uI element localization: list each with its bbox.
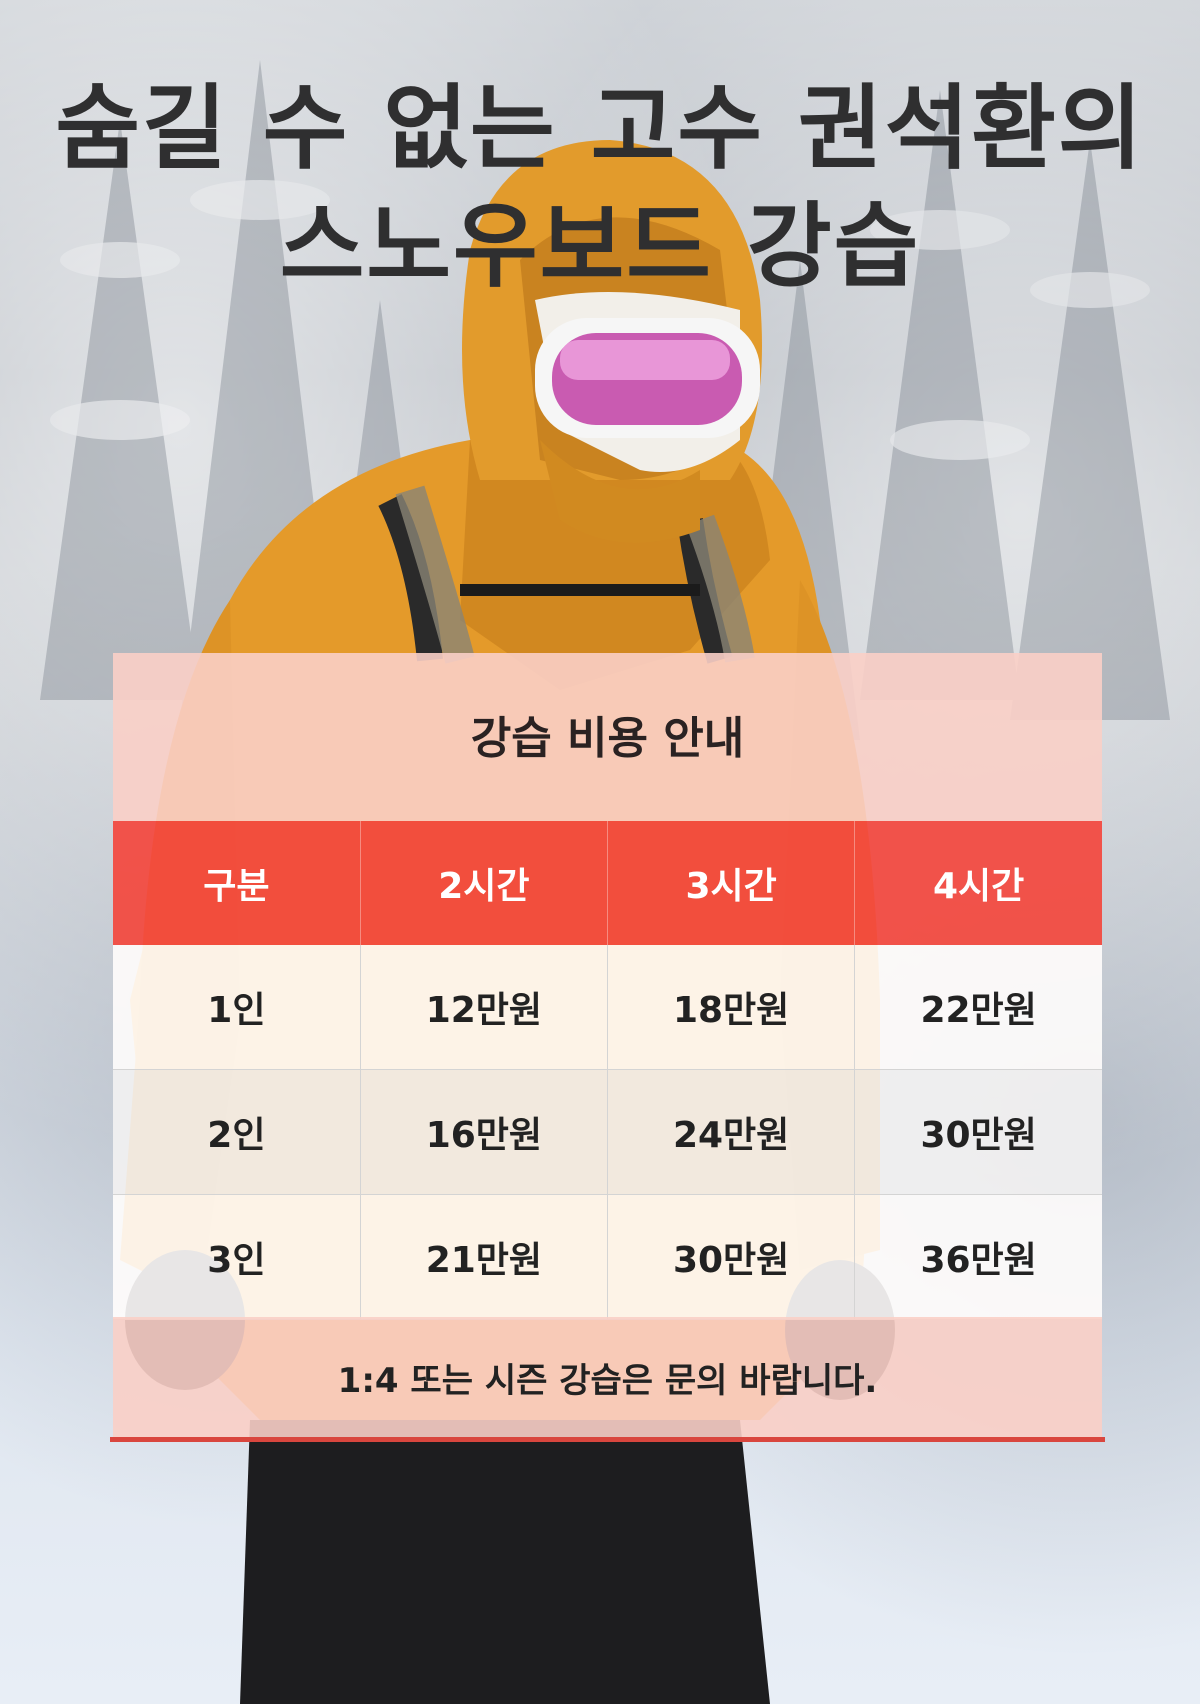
pricing-note: 1:4 또는 시즌 강습은 문의 바랍니다. (337, 1360, 878, 1401)
column-header: 4시간 (854, 821, 1102, 945)
table-cell: 12만원 (360, 945, 609, 1070)
table-cell: 3인 (113, 1194, 361, 1320)
table-cell: 30만원 (854, 1069, 1102, 1195)
table-header-row: 구분 2시간 3시간 4시간 (113, 821, 1102, 945)
table-cell: 22만원 (854, 945, 1102, 1070)
pricing-heading: 강습 비용 안내 (470, 713, 745, 764)
pricing-header-panel: 강습 비용 안내 (113, 653, 1102, 821)
title-line-2: 스노우보드 강습 (279, 193, 921, 300)
pricing-table: 구분 2시간 3시간 4시간 1인 12만원 18만원 22만원 2인 16만원… (113, 821, 1102, 1320)
pricing-card: 강습 비용 안내 구분 2시간 3시간 4시간 1인 12만원 18만원 22만… (110, 653, 1105, 1442)
title-line-1: 숨길 수 없는 고수 권석환의 (55, 75, 1145, 182)
table-cell: 30만원 (607, 1194, 856, 1320)
poster-title: 숨길 수 없는 고수 권석환의 스노우보드 강습 (0, 70, 1200, 306)
table-cell: 1인 (113, 945, 361, 1070)
table-cell: 36만원 (854, 1194, 1102, 1320)
table-row: 1인 12만원 18만원 22만원 (113, 945, 1102, 1070)
table-cell: 2인 (113, 1069, 361, 1195)
table-cell: 16만원 (360, 1069, 609, 1195)
column-header: 2시간 (360, 821, 609, 945)
table-cell: 21만원 (360, 1194, 609, 1320)
column-header: 3시간 (607, 821, 856, 945)
table-row: 2인 16만원 24만원 30만원 (113, 1069, 1102, 1195)
pricing-note-panel: 1:4 또는 시즌 강습은 문의 바랍니다. (113, 1317, 1102, 1437)
table-cell: 24만원 (607, 1069, 856, 1195)
table-cell: 18만원 (607, 945, 856, 1070)
column-header: 구분 (113, 821, 361, 945)
table-row: 3인 21만원 30만원 36만원 (113, 1194, 1102, 1320)
accent-underline (110, 1437, 1105, 1442)
